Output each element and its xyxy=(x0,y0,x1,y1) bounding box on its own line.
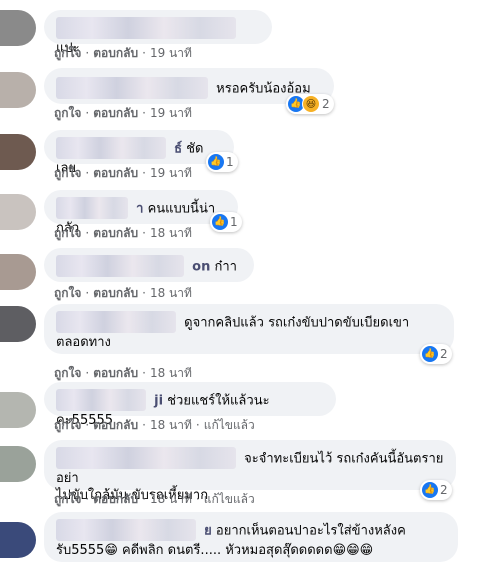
avatar[interactable] xyxy=(0,392,36,428)
avatar[interactable] xyxy=(0,306,36,342)
comment-bubble: า คนแบบนี้น่ากลัว xyxy=(44,190,238,236)
reaction-count: 2 xyxy=(440,483,448,497)
commenter-name-tail[interactable]: on xyxy=(192,260,210,275)
avatar[interactable] xyxy=(0,72,36,108)
comment-time[interactable]: 18 นาที xyxy=(150,286,192,300)
reactions-summary[interactable]: 👍 2 xyxy=(420,344,452,364)
like-button[interactable]: ถูกใจ xyxy=(54,366,81,380)
commenter-name[interactable] xyxy=(56,447,236,469)
comment-time[interactable]: 18 นาที xyxy=(150,492,192,506)
commenter-name[interactable] xyxy=(56,389,146,411)
avatar[interactable] xyxy=(0,254,36,290)
avatar[interactable] xyxy=(0,194,36,230)
comment-time[interactable]: 19 นาที xyxy=(150,46,192,60)
avatar[interactable] xyxy=(0,134,36,170)
like-button[interactable]: ถูกใจ xyxy=(54,418,81,432)
comment-text: ก๋าา xyxy=(214,259,237,275)
comment-actions: ถูกใจ · ตอบกลับ · 18 นาที · แก้ไขแล้ว xyxy=(54,492,255,506)
like-icon: 👍 xyxy=(422,482,438,498)
edited-label[interactable]: แก้ไขแล้ว xyxy=(204,492,255,506)
reply-button[interactable]: ตอบกลับ xyxy=(93,226,138,240)
reactions-summary[interactable]: 👍 1 xyxy=(206,152,238,172)
comment-actions: ถูกใจ · ตอบกลับ · 18 นาที xyxy=(54,286,192,300)
like-button[interactable]: ถูกใจ xyxy=(54,166,81,180)
comment-bubble: ji ช่วยแชร์ให้แล้วนะคะ55555 xyxy=(44,382,336,428)
comment-bubble: ดูจากคลิปแล้ว รถเก๋งขับปาดขับเบียดเขา ตล… xyxy=(44,304,454,354)
reply-button[interactable]: ตอบกลับ xyxy=(93,492,138,506)
comment-actions: ถูกใจ · ตอบกลับ · 18 นาที · แก้ไขแล้ว xyxy=(54,418,255,432)
comment-time[interactable]: 18 นาที xyxy=(150,418,192,432)
commenter-name-tail[interactable]: า xyxy=(136,202,143,217)
reactions-summary[interactable]: 👍 2 xyxy=(420,480,452,500)
comment-actions: ถูกใจ · ตอบกลับ · 19 นาที xyxy=(54,166,192,180)
commenter-name[interactable] xyxy=(56,255,184,277)
comment-text: อยากเห็นตอนปาอะไรใส่ข้างหลังค xyxy=(215,523,406,539)
reaction-count: 1 xyxy=(226,155,234,169)
comment-bubble: on ก๋าา xyxy=(44,248,254,282)
comment-actions: ถูกใจ · ตอบกลับ · 19 นาที xyxy=(54,106,192,120)
like-button[interactable]: ถูกใจ xyxy=(54,46,81,60)
like-icon: 👍 xyxy=(212,214,228,230)
reactions-summary[interactable]: 👍 1 xyxy=(210,212,242,232)
reaction-count: 2 xyxy=(440,347,448,361)
commenter-name[interactable] xyxy=(56,519,196,541)
comment-text-line2: ตลอดทาง xyxy=(56,335,111,350)
reaction-count: 1 xyxy=(230,215,238,229)
like-icon: 👍 xyxy=(422,346,438,362)
commenter-name-tail[interactable]: ji xyxy=(154,394,163,409)
comment-time[interactable]: 19 นาที xyxy=(150,166,192,180)
reply-button[interactable]: ตอบกลับ xyxy=(93,46,138,60)
haha-icon: 😆 xyxy=(302,95,320,113)
commenter-name-tail[interactable]: ธ์ xyxy=(174,142,182,157)
commenter-name[interactable] xyxy=(56,137,166,159)
comment-bubble: จะจำทะเบียนไว้ รถเก๋งคันนี้อันตราย อย่า … xyxy=(44,440,456,503)
comment-actions: ถูกใจ · ตอบกลับ · 19 นาที xyxy=(54,46,192,60)
comment-text: ดูจากคลิปแล้ว รถเก๋งขับปาดขับเบียดเขา xyxy=(184,315,410,331)
like-button[interactable]: ถูกใจ xyxy=(54,106,81,120)
commenter-name-tail[interactable]: ย xyxy=(204,524,212,539)
like-button[interactable]: ถูกใจ xyxy=(54,286,81,300)
comment-time[interactable]: 19 นาที xyxy=(150,106,192,120)
edited-label[interactable]: แก้ไขแล้ว xyxy=(204,418,255,432)
like-button[interactable]: ถูกใจ xyxy=(54,226,81,240)
comment-time[interactable]: 18 นาที xyxy=(150,226,192,240)
reply-button[interactable]: ตอบกลับ xyxy=(93,286,138,300)
avatar[interactable] xyxy=(0,522,36,558)
reply-button[interactable]: ตอบกลับ xyxy=(93,366,138,380)
reaction-count: 2 xyxy=(322,97,330,111)
comment-bubble: ย อยากเห็นตอนปาอะไรใส่ข้างหลังค รับ5555😁… xyxy=(44,512,458,562)
commenter-name[interactable] xyxy=(56,197,128,219)
like-button[interactable]: ถูกใจ xyxy=(54,492,81,506)
commenter-name[interactable] xyxy=(56,311,176,333)
reply-button[interactable]: ตอบกลับ xyxy=(93,418,138,432)
commenter-name[interactable] xyxy=(56,17,236,39)
comment-actions: ถูกใจ · ตอบกลับ · 18 นาที xyxy=(54,226,192,240)
comment-bubble: แปะ xyxy=(44,10,272,56)
comment-time[interactable]: 18 นาที xyxy=(150,366,192,380)
comment-text-line2: รับ5555😁 คดีพลิก ดนตรี..... หัวหมอสุดสุ๊… xyxy=(56,543,374,558)
reply-button[interactable]: ตอบกลับ xyxy=(93,106,138,120)
like-icon: 👍 xyxy=(208,154,224,170)
avatar[interactable] xyxy=(0,10,36,46)
commenter-name[interactable] xyxy=(56,77,208,99)
comment-actions: ถูกใจ · ตอบกลับ · 18 นาที xyxy=(54,366,192,380)
avatar[interactable] xyxy=(0,446,36,482)
comment-thread: แปะ ถูกใจ · ตอบกลับ · 19 นาที หรอครับน้องอ้อ… xyxy=(0,0,482,562)
reactions-summary[interactable]: 👍 😆 2 xyxy=(286,94,334,114)
reply-button[interactable]: ตอบกลับ xyxy=(93,166,138,180)
